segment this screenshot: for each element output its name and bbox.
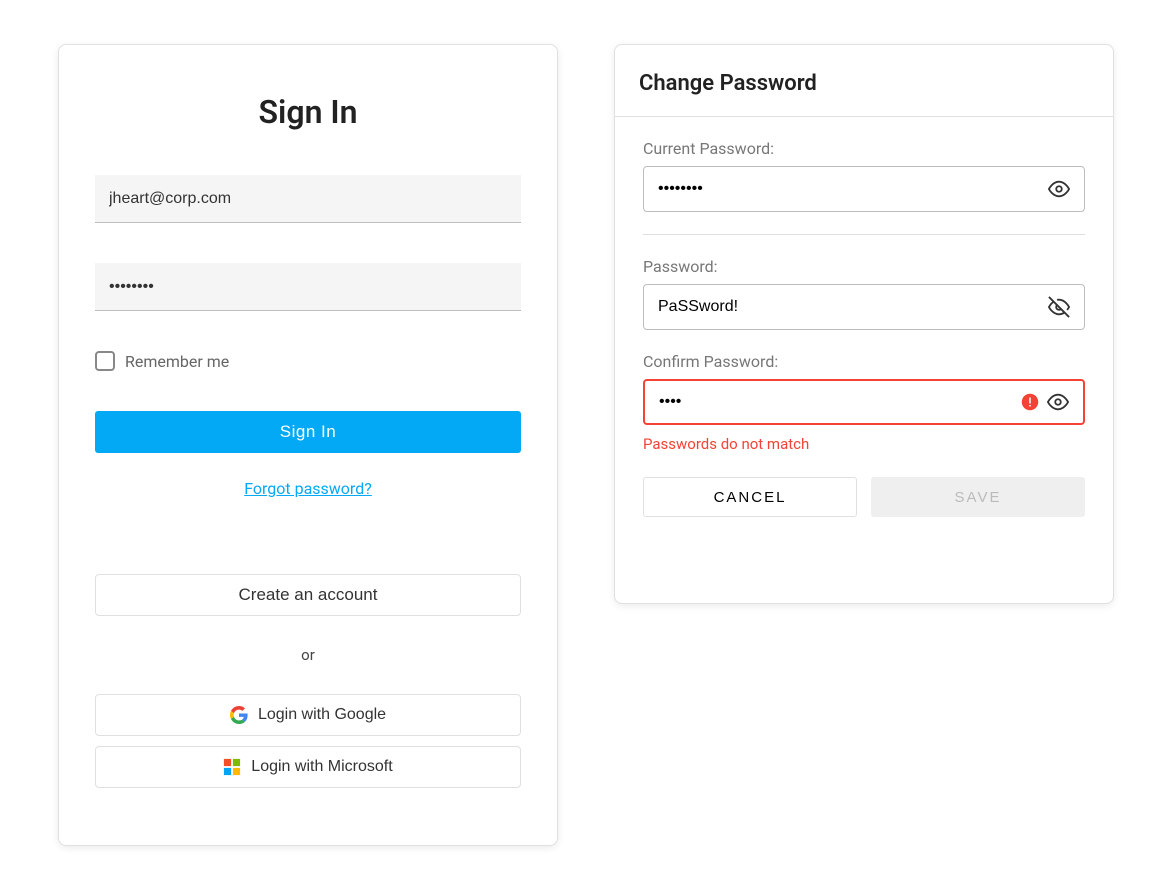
new-password-field[interactable]: [643, 284, 1085, 330]
microsoft-login-button[interactable]: Login with Microsoft: [95, 746, 521, 788]
divider-or: or: [95, 646, 521, 664]
new-password-label: Password:: [643, 257, 1085, 276]
remember-me-row[interactable]: Remember me: [95, 351, 521, 371]
current-password-field[interactable]: [643, 166, 1085, 212]
google-login-button[interactable]: Login with Google: [95, 694, 521, 736]
signin-title: Sign In: [95, 93, 521, 131]
signin-card: Sign In Remember me Sign In Forgot passw…: [58, 44, 558, 846]
change-password-title: Change Password: [639, 71, 1089, 96]
current-password-label: Current Password:: [643, 139, 1085, 158]
eye-icon[interactable]: [1039, 391, 1069, 413]
confirm-password-label: Confirm Password:: [643, 352, 1085, 371]
password-input[interactable]: [95, 263, 521, 311]
error-icon: [1013, 393, 1039, 411]
change-password-header: Change Password: [615, 45, 1113, 117]
cancel-button[interactable]: CANCEL: [643, 477, 857, 517]
remember-label: Remember me: [125, 352, 229, 371]
signin-button[interactable]: Sign In: [95, 411, 521, 453]
email-input[interactable]: [95, 175, 521, 223]
eye-icon[interactable]: [1040, 178, 1070, 200]
new-password-input[interactable]: [658, 298, 1040, 316]
eye-off-icon[interactable]: [1040, 296, 1070, 318]
create-account-button[interactable]: Create an account: [95, 574, 521, 616]
confirm-password-field[interactable]: [643, 379, 1085, 425]
save-button: SAVE: [871, 477, 1085, 517]
section-divider: [643, 234, 1085, 235]
google-login-label: Login with Google: [258, 706, 386, 724]
confirm-password-input[interactable]: [659, 393, 1013, 411]
microsoft-icon: [223, 758, 241, 776]
remember-checkbox[interactable]: [95, 351, 115, 371]
google-icon: [230, 706, 248, 724]
current-password-input[interactable]: [658, 180, 1040, 198]
microsoft-login-label: Login with Microsoft: [251, 758, 392, 776]
forgot-password-link[interactable]: Forgot password?: [95, 479, 521, 498]
password-error-text: Passwords do not match: [643, 435, 1085, 453]
change-password-card: Change Password Current Password: Passwo…: [614, 44, 1114, 604]
